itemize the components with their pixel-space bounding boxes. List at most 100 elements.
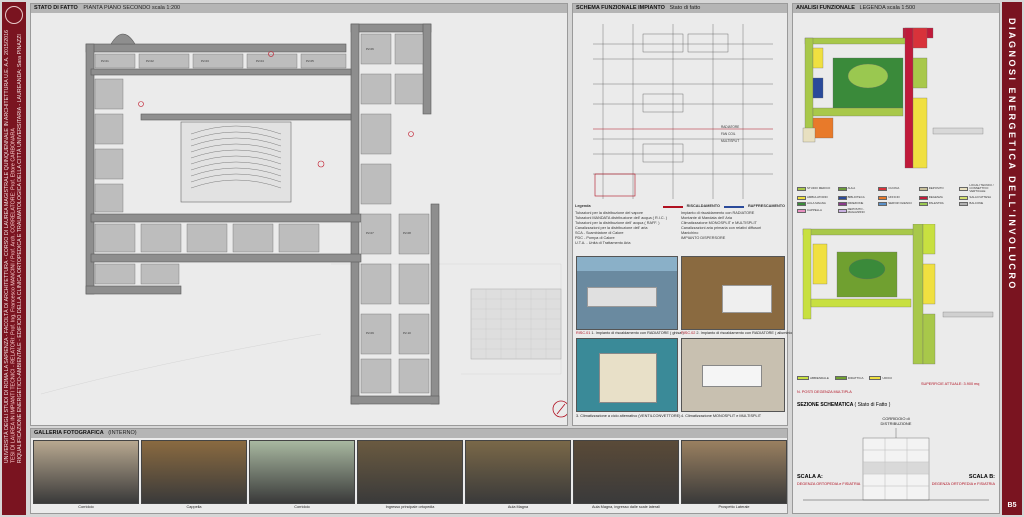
board-code: B5 [1007, 502, 1017, 509]
scala-b-sub: DEGENZA ORTOPEDIA e FISIATRIA [931, 482, 995, 486]
legend-swatch [959, 186, 969, 191]
galleria-panel: GALLERIA FOTOGRAFICA (INTERNO) Corridoio… [30, 428, 788, 514]
legend-title: Legenda [575, 204, 591, 208]
legend-swatch [797, 195, 806, 200]
title-strip: DIAGNOSI ENERGETICA DELL'INVOLUCRO B5 [1002, 2, 1022, 515]
schema-legend: Legenda RISCALDAMENTO RAFFRESCAMENTO Tub… [575, 204, 785, 254]
legend-note: N. POSTI DEGENZA MULTIPLA [797, 390, 852, 394]
panel-header: STATO DI FATTO PIANTA PIANO SECONDO scal… [31, 4, 567, 13]
legend-swatch [878, 195, 888, 200]
thesis-credits: UNIVERSITÀ DEGLI STUDI DI ROMA LA SAPIEN… [4, 30, 24, 463]
legend-swatch [797, 208, 806, 213]
functional-plan-upper [802, 27, 984, 169]
legend-entry: DIDATTICA [834, 376, 864, 380]
stato-di-fatto-panel: STATO DI FATTO PIANTA PIANO SECONDO scal… [30, 3, 568, 426]
schematic-section [803, 428, 989, 501]
scala-b-label: SCALA B: [968, 474, 995, 480]
gallery-photo [249, 440, 355, 504]
analisi-funzionale-panel: ANALISI FUNZIONALE LEGENDA scala 1:500 S… [792, 3, 1000, 514]
gallery-item: Cappella [141, 440, 247, 512]
radiator-photo-2 [681, 256, 785, 330]
radiator-photo-1 [576, 256, 678, 330]
legend-swatch [837, 201, 847, 206]
room-code: P2.10 [403, 331, 411, 335]
legend-swatch [869, 376, 882, 380]
schema-label: MULTISPLIT [721, 139, 739, 143]
photo-caption: 1. Impianto di riscaldamento con RADIATO… [591, 331, 684, 335]
functional-legend: STUDIO MEDICO AULA CUCINA DEPOSITO LOCALI TE… [797, 183, 997, 214]
legend-entry: BALCONE [959, 201, 997, 206]
legend-entry: SERVIZI IGIENICI [878, 201, 916, 206]
legend-label: AULA MAGNA [807, 201, 826, 205]
room-code: P2.02 [146, 59, 154, 63]
room-code: P2.01 [101, 59, 109, 63]
legend-entry: UFFICIO [878, 195, 916, 200]
schema-funzionale-panel: SCHEMA FUNZIONALE IMPIANTO Stato di fatt… [572, 3, 795, 426]
legend-swatch [878, 201, 888, 206]
legend-entry: SALA D'ATTESA [959, 195, 997, 200]
legend-entry: DEGENZA [918, 195, 957, 200]
legend-swatch [918, 186, 928, 191]
gallery-row: Corridoio Cappella Corridoio Ingresso princ… [33, 440, 787, 512]
section-title: SEZIONE SCHEMATICA [797, 402, 854, 408]
functional-legend-lower: ABBIENDALE DIDATTICA UFFICI [797, 376, 997, 380]
floor-plan: P2.01 P2.02 P2.03 P2.04 P2.05 P2.06 P2.0… [40, 23, 567, 418]
room-code: P2.09 [366, 331, 374, 335]
photo-code: RISC.02 [681, 331, 696, 335]
gallery-photo [141, 440, 247, 504]
photo-code: RISC.01 [576, 331, 591, 335]
legend-label: DEPOSITO [928, 186, 944, 191]
panel-subtitle: LEGENDA scala 1:500 [859, 5, 916, 11]
legend-entry: DIREZIONE [837, 201, 876, 206]
panel-header: GALLERIA FOTOGRAFICA (INTERNO) [31, 429, 787, 438]
legend-label: BALCONE [969, 201, 984, 205]
panel-title: ANALISI FUNZIONALE [796, 5, 855, 11]
panel-subtitle: PIANTA PIANO SECONDO scala 1:200 [83, 5, 181, 11]
gallery-item: Corridoio [249, 440, 355, 512]
legend-entry: BIBLIOTECA [837, 195, 876, 200]
panel-title: SCHEMA FUNZIONALE IMPIANTO [576, 5, 665, 11]
gallery-caption: Aula Magna [507, 505, 529, 509]
legend-label: LOCALI TECNICI / CONNETTIVO VERTICALE [969, 183, 994, 194]
legend-swatch [918, 201, 928, 206]
legend-label: PALESTRA [928, 201, 944, 205]
gallery-caption: Corridoio [294, 505, 310, 509]
section-title-block: SEZIONE SCHEMATICA ( Stato di Fatto ) [797, 402, 890, 408]
panel-title: GALLERIA FOTOGRAFICA [34, 430, 104, 436]
legend-entry: DEPOSITO - MAGAZZINO [837, 207, 876, 214]
gallery-item: Ingresso principale ortopedia [357, 440, 463, 512]
panel-header: SCHEMA FUNZIONALE IMPIANTO Stato di fatt… [573, 4, 787, 13]
legend-label: UFFICIO [888, 195, 900, 199]
legend-label: DEGENZA [928, 195, 943, 199]
poster-board: UNIVERSITÀ DEGLI STUDI DI ROMA LA SAPIEN… [0, 0, 1024, 517]
legend-label: AMBULATORIO [807, 195, 828, 199]
panel-subtitle: (INTERNO) [108, 430, 137, 436]
legend-swatch [837, 208, 847, 213]
panel-header: ANALISI FUNZIONALE LEGENDA scala 1:500 [793, 4, 999, 13]
room-code: P2.03 [201, 59, 209, 63]
gallery-item: Aula Magna, ingresso dalle scale lateral… [573, 440, 679, 512]
photo-caption: 2. Impianto di riscaldamento con RADIATO… [696, 331, 795, 335]
legend-swatch [918, 195, 928, 200]
legend-entry: AMBULATORIO [797, 195, 835, 200]
plant-schematic: RADIATORE FAN COIL MULTISPLIT [593, 24, 773, 199]
legend-entry: STUDIO MEDICO [797, 184, 835, 194]
legend-swatch [797, 201, 806, 206]
credits-line: RIQUALIFICAZIONE ENERGETICO-AMBIENTALE -… [17, 34, 24, 464]
gallery-photo [357, 440, 463, 504]
gallery-caption: Cappella [186, 505, 202, 509]
gallery-item: Corridoio [33, 440, 139, 512]
schema-label: FAN COIL [721, 132, 736, 136]
legend-label: UFFICI [882, 376, 893, 380]
legend-label: AULA [847, 186, 856, 191]
legend-label: DIDATTICA [847, 376, 864, 380]
panel-title: STATO DI FATTO [34, 5, 78, 11]
north-arrow-icon [552, 400, 567, 418]
legend-entry: LOCALI TECNICI / CONNETTIVO VERTICALE [959, 183, 997, 194]
legend-swatch [797, 376, 809, 380]
gallery-caption: Ingresso principale ortopedia [385, 505, 435, 509]
legend-label: SALA D'ATTESA [969, 195, 992, 199]
gallery-item: Aula Magna [465, 440, 571, 512]
legend-label: CAPPELLA [807, 208, 822, 213]
university-strip: UNIVERSITÀ DEGLI STUDI DI ROMA LA SAPIEN… [2, 2, 26, 515]
